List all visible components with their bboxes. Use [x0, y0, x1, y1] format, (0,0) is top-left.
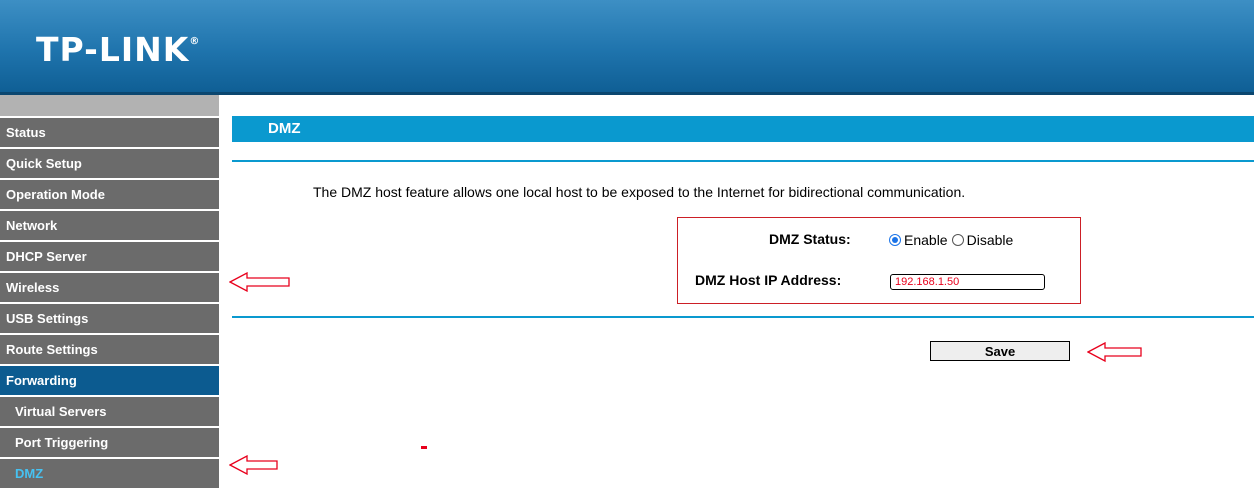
- trademark-symbol: ®: [189, 36, 200, 47]
- arrow-icon: [229, 455, 278, 475]
- dmz-settings-highlight: DMZ Status: Enable Disable DMZ Host IP A…: [677, 217, 1081, 304]
- sidebar-item-dmz[interactable]: DMZ: [0, 459, 219, 488]
- sidebar-item-quick-setup[interactable]: Quick Setup: [0, 149, 219, 178]
- sidebar-item-forwarding[interactable]: Forwarding: [0, 366, 219, 395]
- sidebar-top-strip: [0, 95, 219, 116]
- sidebar-item-port-triggering[interactable]: Port Triggering: [0, 428, 219, 457]
- bottom-divider: [232, 316, 1254, 318]
- dmz-status-label: DMZ Status:: [769, 231, 851, 247]
- red-mark: [421, 446, 427, 449]
- brand-name: TP-LINK: [36, 30, 190, 69]
- dmz-status-radio-group: Enable Disable: [889, 232, 1017, 248]
- top-divider: [232, 160, 1254, 162]
- sidebar-item-usb-settings[interactable]: USB Settings: [0, 304, 219, 333]
- arrow-icon: [229, 272, 290, 292]
- disable-radio[interactable]: [951, 234, 964, 246]
- enable-radio-label[interactable]: Enable: [904, 232, 948, 248]
- disable-radio-label[interactable]: Disable: [967, 232, 1014, 248]
- header-banner: TP-LINK®: [0, 0, 1254, 92]
- save-button[interactable]: Save: [930, 341, 1070, 361]
- page-title: DMZ: [232, 116, 1254, 142]
- page-description: The DMZ host feature allows one local ho…: [313, 184, 966, 200]
- sidebar-item-network[interactable]: Network: [0, 211, 219, 240]
- sidebar-item-virtual-servers[interactable]: Virtual Servers: [0, 397, 219, 426]
- main-content: DMZ The DMZ host feature allows one loca…: [232, 95, 1254, 486]
- sidebar-item-status[interactable]: Status: [0, 118, 219, 147]
- sidebar-item-operation-mode[interactable]: Operation Mode: [0, 180, 219, 209]
- sidebar-menu: Status Quick Setup Operation Mode Networ…: [0, 95, 219, 488]
- arrow-icon: [1087, 341, 1142, 363]
- dmz-host-ip-label: DMZ Host IP Address:: [695, 272, 842, 288]
- enable-radio[interactable]: [889, 234, 901, 246]
- sidebar-item-route-settings[interactable]: Route Settings: [0, 335, 219, 364]
- sidebar-item-wireless[interactable]: Wireless: [0, 273, 219, 302]
- dmz-host-ip-input[interactable]: [890, 274, 1045, 290]
- tp-link-logo: TP-LINK®: [36, 30, 199, 69]
- sidebar-item-dhcp-server[interactable]: DHCP Server: [0, 242, 219, 271]
